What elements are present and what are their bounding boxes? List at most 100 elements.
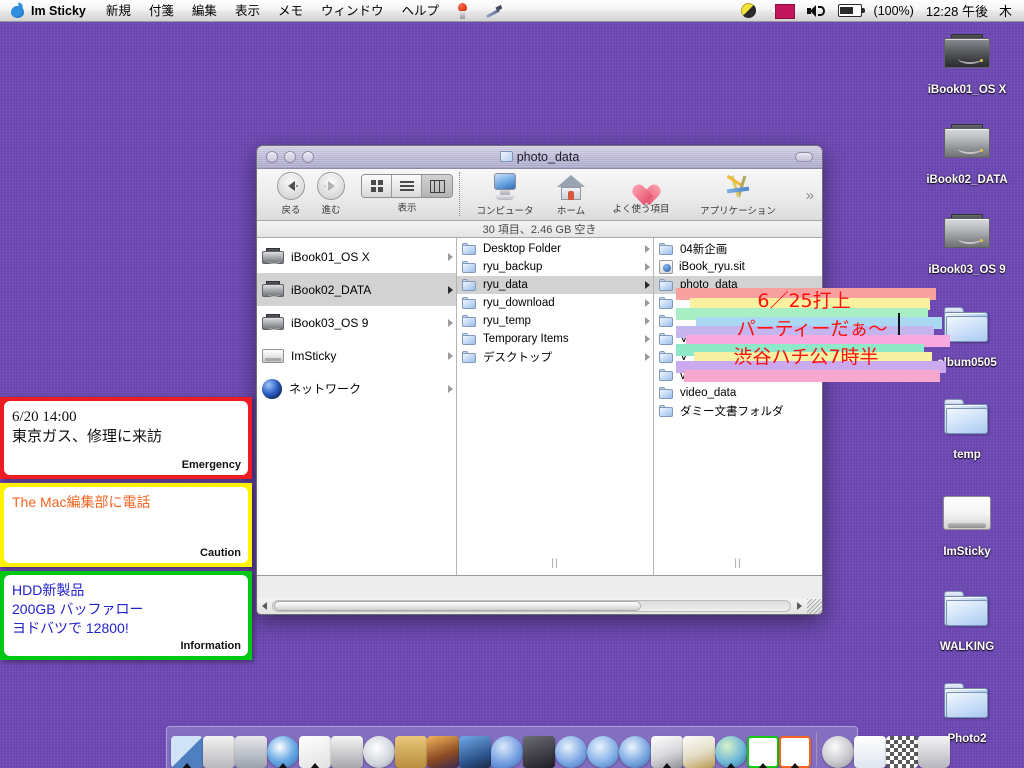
toolbar-home-button[interactable]: ホーム bbox=[542, 173, 600, 217]
desktop-icon-ibook02[interactable]: iBook02_DATA bbox=[912, 118, 1022, 188]
list-item[interactable]: iBook03_OS 9 bbox=[257, 306, 456, 339]
dock-item-sherlock[interactable] bbox=[555, 730, 587, 768]
list-item[interactable]: iBook02_DATA bbox=[257, 273, 456, 306]
zoom-button[interactable] bbox=[302, 151, 314, 163]
list-item[interactable]: ImSticky bbox=[257, 339, 456, 372]
desktop-icon-ibook01[interactable]: iBook01_OS X bbox=[912, 28, 1022, 98]
dock-item-trash[interactable] bbox=[918, 730, 950, 768]
desktop-icon-imsticky[interactable]: ImSticky bbox=[912, 488, 1022, 560]
speaker-icon[interactable] bbox=[800, 0, 831, 22]
dock-item-im-sticky[interactable] bbox=[779, 730, 811, 768]
column-view-button[interactable] bbox=[422, 175, 452, 197]
dock-item-finder[interactable] bbox=[171, 730, 203, 768]
dock-item-iphoto[interactable] bbox=[427, 730, 459, 768]
menu-clock[interactable]: 12:28 午後 bbox=[916, 1, 993, 20]
dock-item-quicktime-black[interactable] bbox=[523, 730, 555, 768]
dock-item-quicktime[interactable] bbox=[587, 730, 619, 768]
iphoto-icon bbox=[427, 736, 459, 768]
dock-item-stuffit[interactable] bbox=[683, 730, 715, 768]
list-item[interactable]: iBook01_OS X bbox=[257, 240, 456, 273]
list-item[interactable]: ryu_backup bbox=[457, 258, 653, 276]
dock-item-document-window[interactable] bbox=[854, 730, 886, 768]
flag-icon[interactable] bbox=[763, 0, 800, 22]
list-item[interactable]: ネットワーク bbox=[257, 372, 456, 405]
menu-item-window[interactable]: ウィンドウ bbox=[312, 0, 393, 22]
menu-item-edit[interactable]: 編集 bbox=[183, 0, 226, 22]
list-item[interactable]: デスクトップ bbox=[457, 348, 653, 366]
minimize-button[interactable] bbox=[284, 151, 296, 163]
horizontal-scrollbar[interactable] bbox=[257, 598, 822, 614]
list-item-label: 04新企画 bbox=[680, 244, 728, 256]
column-resize-grip[interactable]: || bbox=[734, 558, 741, 569]
red-stamp-icon[interactable] bbox=[448, 0, 477, 22]
menu-item-sticky[interactable]: 付箋 bbox=[140, 0, 183, 22]
menu-item-help[interactable]: ヘルプ bbox=[392, 0, 448, 22]
menu-app-name[interactable]: Im Sticky bbox=[26, 0, 97, 22]
toolbar-computer-button[interactable]: コンピュータ bbox=[468, 173, 542, 217]
folders-column[interactable]: Desktop Folder ryu_backup ryu_data ryu_d… bbox=[457, 238, 654, 575]
scroll-track[interactable] bbox=[272, 600, 791, 612]
view-control-label: 表示 bbox=[397, 203, 417, 214]
chevron-right-icon bbox=[448, 285, 453, 294]
list-item[interactable]: Desktop Folder bbox=[457, 240, 653, 258]
forward-button[interactable]: 進む bbox=[311, 172, 351, 216]
list-item-label: ネットワーク bbox=[289, 382, 362, 396]
menu-item-memo[interactable]: メモ bbox=[269, 0, 312, 22]
dock-item-safari[interactable] bbox=[267, 730, 299, 768]
dock-item-system-preferences[interactable] bbox=[203, 730, 235, 768]
sticky-note-information[interactable]: HDD新製品 200GB バッファロー ヨドバツで 12800! Informa… bbox=[0, 571, 252, 660]
sticky-note-line: The Mac編集部に電話 bbox=[12, 494, 151, 510]
yinyang-icon[interactable] bbox=[734, 0, 763, 22]
dock-item-internet-explorer[interactable] bbox=[619, 730, 651, 768]
view-mode-control[interactable]: 表示 bbox=[359, 172, 455, 214]
toolbar-toggle-button[interactable] bbox=[795, 152, 813, 162]
menu-item-view[interactable]: 表示 bbox=[226, 0, 269, 22]
close-button[interactable] bbox=[266, 151, 278, 163]
dock-item-ichat[interactable] bbox=[491, 730, 523, 768]
battery-icon[interactable] bbox=[831, 0, 869, 22]
list-item[interactable]: Temporary Items bbox=[457, 330, 653, 348]
column-resize-grip[interactable]: || bbox=[551, 558, 558, 569]
menu-item-new[interactable]: 新規 bbox=[97, 0, 140, 22]
dock-item-world-app[interactable] bbox=[715, 730, 747, 768]
volumes-column[interactable]: iBook01_OS X iBook02_DATA iBook03_OS 9 I… bbox=[257, 238, 457, 575]
stripe-sticky-note[interactable]: 6／25打上 パーティーだぁ～ 渋谷ハチ公7時半 bbox=[676, 288, 976, 382]
desktop-icon-ibook03[interactable]: iBook03_OS 9 bbox=[912, 208, 1022, 278]
desktop-icon-walking[interactable]: WALKING bbox=[912, 584, 1022, 655]
icon-view-button[interactable] bbox=[362, 175, 392, 197]
sticky-note-emergency[interactable]: 6/20 14:00 東京ガス、修理に来訪 Emergency bbox=[0, 397, 252, 479]
dock-item-im-sticky-creator[interactable] bbox=[747, 730, 779, 768]
dock-item-mail-at[interactable] bbox=[822, 730, 854, 768]
sticky-note-line: ヨドバツで 12800! bbox=[12, 619, 129, 636]
list-item[interactable]: ryu_download bbox=[457, 294, 653, 312]
list-item[interactable]: video_data bbox=[654, 384, 822, 402]
scroll-thumb[interactable] bbox=[274, 601, 642, 611]
dock-item-address-book[interactable] bbox=[395, 730, 427, 768]
folder-icon bbox=[499, 151, 513, 162]
dock-item-mail[interactable] bbox=[235, 730, 267, 768]
desktop-icon-temp[interactable]: temp bbox=[912, 392, 1022, 463]
list-item[interactable]: 04新企画 bbox=[654, 240, 822, 258]
dock-item-imovie[interactable] bbox=[459, 730, 491, 768]
toolbar-applications-button[interactable]: アプリケーション bbox=[682, 173, 794, 217]
dock-item-itunes[interactable] bbox=[363, 730, 395, 768]
pen-icon[interactable] bbox=[477, 0, 509, 22]
list-item[interactable]: ryu_temp bbox=[457, 312, 653, 330]
list-item[interactable]: ryu_data bbox=[457, 276, 653, 294]
list-item[interactable]: iBook_ryu.sit bbox=[654, 258, 822, 276]
dock-item-graphic-converter[interactable] bbox=[651, 730, 683, 768]
scroll-right-button[interactable] bbox=[792, 599, 806, 613]
toolbar-favorites-button[interactable]: よく使う項目 bbox=[600, 173, 682, 215]
scroll-left-button[interactable] bbox=[257, 599, 271, 613]
window-titlebar[interactable]: photo_data bbox=[257, 146, 822, 169]
apple-menu-icon[interactable] bbox=[0, 0, 26, 22]
dock-item-textedit[interactable] bbox=[299, 730, 331, 768]
list-item[interactable]: ダミー文書フォルダ bbox=[654, 402, 822, 420]
dock-item-checker-pattern[interactable] bbox=[886, 730, 918, 768]
toolbar-overflow-button[interactable]: » bbox=[806, 187, 814, 204]
window-resize-handle[interactable] bbox=[807, 598, 822, 614]
list-view-button[interactable] bbox=[392, 175, 422, 197]
sticky-note-caution[interactable]: The Mac編集部に電話 Caution bbox=[0, 483, 252, 567]
back-button[interactable]: 戻る bbox=[271, 172, 311, 216]
dock-item-printer[interactable] bbox=[331, 730, 363, 768]
